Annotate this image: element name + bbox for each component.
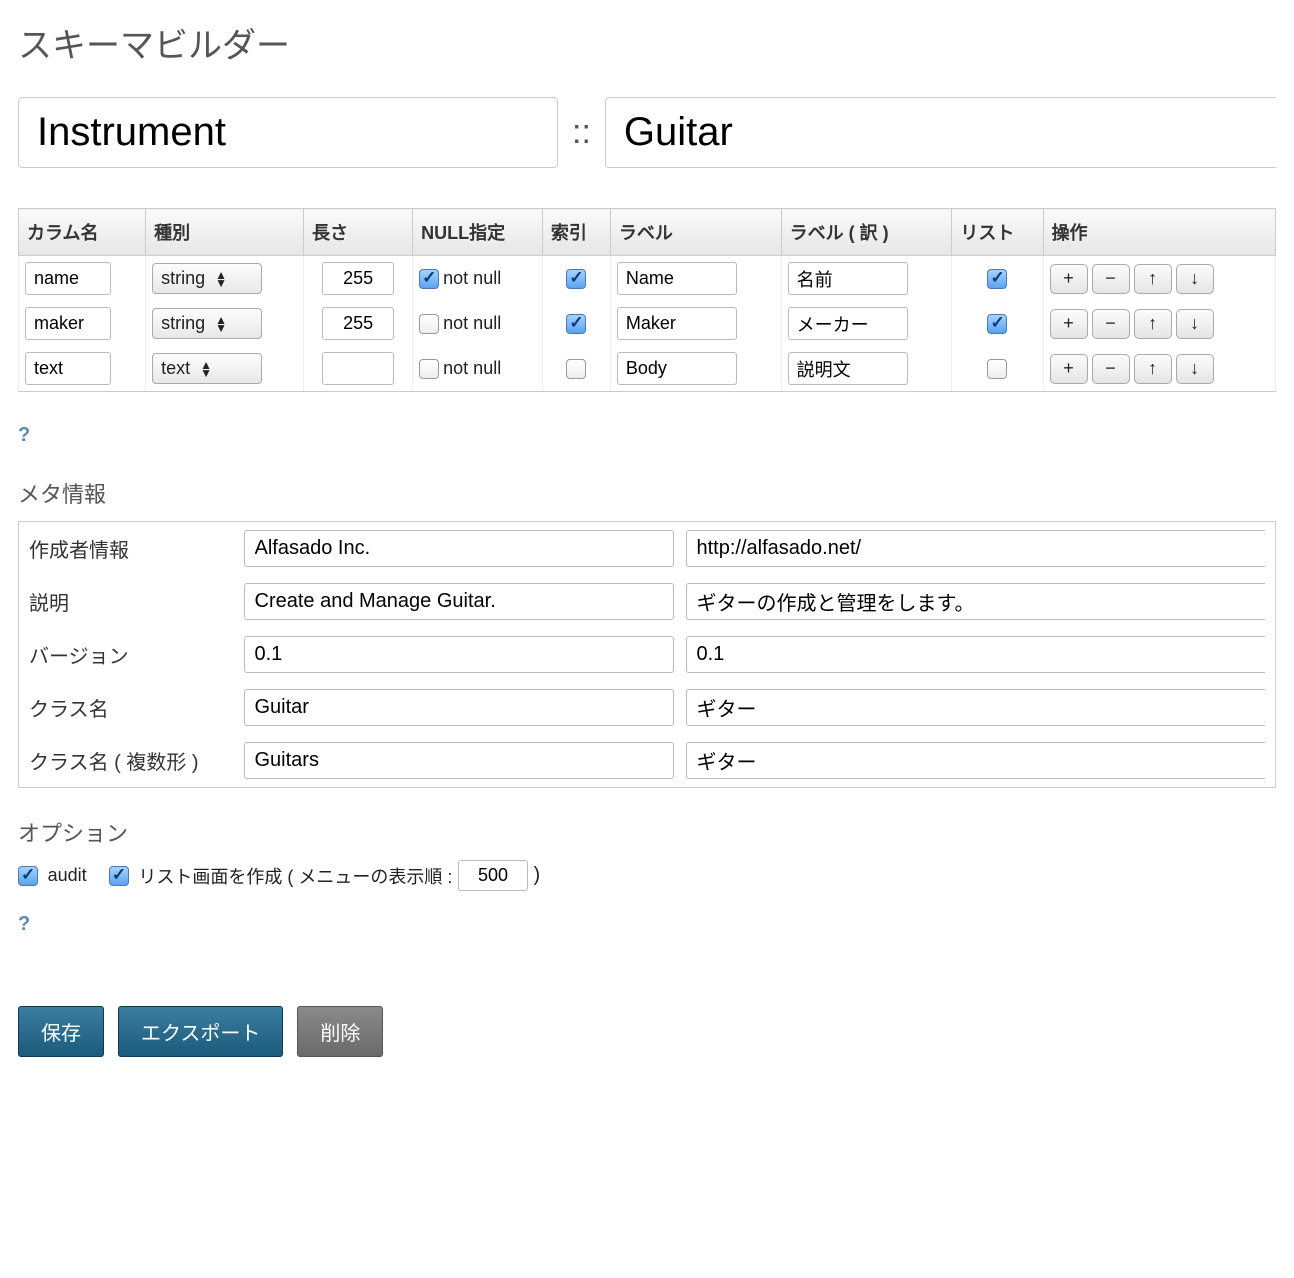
table-row: text▲▼ not null +−↑↓ xyxy=(19,346,1276,392)
label-input[interactable] xyxy=(617,352,737,385)
add-row-button[interactable]: + xyxy=(1050,264,1088,294)
remove-row-button[interactable]: − xyxy=(1092,264,1130,294)
notnull-label: not null xyxy=(443,313,501,333)
label-input[interactable] xyxy=(617,307,737,340)
type-select[interactable]: string▲▼ xyxy=(152,263,262,294)
page-title: スキーマビルダー xyxy=(18,18,1276,67)
class-input[interactable] xyxy=(605,97,1276,168)
notnull-label: not null xyxy=(443,358,501,378)
move-up-button[interactable]: ↑ xyxy=(1134,264,1172,294)
notnull-checkbox[interactable] xyxy=(419,269,439,289)
chevron-updown-icon: ▲▼ xyxy=(215,271,227,287)
meta-label: クラス名 ( 複数形 ) xyxy=(19,734,234,788)
meta-input-a[interactable] xyxy=(244,742,674,779)
meta-input-b[interactable] xyxy=(686,530,1266,567)
meta-input-b[interactable] xyxy=(686,636,1266,673)
chevron-updown-icon: ▲▼ xyxy=(200,361,212,377)
th-list: リスト xyxy=(952,209,1043,256)
notnull-checkbox[interactable] xyxy=(419,314,439,334)
length-input[interactable] xyxy=(322,307,394,340)
meta-label: バージョン xyxy=(19,628,234,681)
chevron-updown-icon: ▲▼ xyxy=(215,316,227,332)
schema-table: カラム名 種別 長さ NULL指定 索引 ラベル ラベル ( 訳 ) リスト 操… xyxy=(18,208,1276,392)
meta-row: バージョン xyxy=(19,628,1276,681)
move-down-button[interactable]: ↓ xyxy=(1176,264,1214,294)
remove-row-button[interactable]: − xyxy=(1092,354,1130,384)
meta-input-b[interactable] xyxy=(686,689,1266,726)
th-index: 索引 xyxy=(542,209,610,256)
column-name-input[interactable] xyxy=(25,307,111,340)
meta-input-a[interactable] xyxy=(244,636,674,673)
th-type: 種別 xyxy=(146,209,304,256)
notnull-checkbox[interactable] xyxy=(419,359,439,379)
meta-input-b[interactable] xyxy=(686,742,1266,779)
meta-input-a[interactable] xyxy=(244,530,674,567)
meta-label: 説明 xyxy=(19,575,234,628)
move-up-button[interactable]: ↑ xyxy=(1134,354,1172,384)
label-translated-input[interactable] xyxy=(788,307,908,340)
column-name-input[interactable] xyxy=(25,352,111,385)
options-heading: オプション xyxy=(18,816,1276,848)
list-screen-label: リスト画面を作成 ( メニューの表示順 : xyxy=(138,867,452,887)
add-row-button[interactable]: + xyxy=(1050,354,1088,384)
type-select[interactable]: text▲▼ xyxy=(152,353,262,384)
add-row-button[interactable]: + xyxy=(1050,309,1088,339)
help-icon[interactable]: ? xyxy=(18,913,30,936)
th-null: NULL指定 xyxy=(413,209,543,256)
meta-row: 作成者情報 xyxy=(19,522,1276,576)
list-checkbox[interactable] xyxy=(987,359,1007,379)
audit-checkbox[interactable] xyxy=(18,866,38,886)
column-name-input[interactable] xyxy=(25,262,111,295)
meta-row: クラス名 xyxy=(19,681,1276,734)
index-checkbox[interactable] xyxy=(566,314,586,334)
move-up-button[interactable]: ↑ xyxy=(1134,309,1172,339)
save-button[interactable]: 保存 xyxy=(18,1006,104,1057)
audit-label: audit xyxy=(48,865,87,885)
list-checkbox[interactable] xyxy=(987,269,1007,289)
index-checkbox[interactable] xyxy=(566,359,586,379)
meta-row: クラス名 ( 複数形 ) xyxy=(19,734,1276,788)
th-operations: 操作 xyxy=(1043,209,1275,256)
length-input[interactable] xyxy=(322,262,394,295)
notnull-label: not null xyxy=(443,268,501,288)
options-row: audit リスト画面を作成 ( メニューの表示順 : ) xyxy=(18,860,1276,891)
label-translated-input[interactable] xyxy=(788,352,908,385)
class-name-row: :: xyxy=(18,97,1276,168)
namespace-separator: :: xyxy=(572,113,591,152)
namespace-input[interactable] xyxy=(18,97,558,168)
move-down-button[interactable]: ↓ xyxy=(1176,354,1214,384)
th-label: ラベル xyxy=(610,209,781,256)
label-translated-input[interactable] xyxy=(788,262,908,295)
help-icon[interactable]: ? xyxy=(18,424,30,447)
meta-table: 作成者情報説明バージョンクラス名クラス名 ( 複数形 ) xyxy=(18,521,1276,788)
meta-heading: メタ情報 xyxy=(18,477,1276,509)
th-length: 長さ xyxy=(304,209,413,256)
meta-input-a[interactable] xyxy=(244,689,674,726)
meta-label: クラス名 xyxy=(19,681,234,734)
list-screen-label-close: ) xyxy=(534,864,541,886)
menu-order-input[interactable] xyxy=(458,860,528,891)
list-screen-checkbox[interactable] xyxy=(109,866,129,886)
move-down-button[interactable]: ↓ xyxy=(1176,309,1214,339)
action-buttons: 保存 エクスポート 削除 xyxy=(18,1006,1276,1057)
table-row: string▲▼ not null +−↑↓ xyxy=(19,256,1276,302)
label-input[interactable] xyxy=(617,262,737,295)
table-row: string▲▼ not null +−↑↓ xyxy=(19,301,1276,346)
list-checkbox[interactable] xyxy=(987,314,1007,334)
length-input[interactable] xyxy=(322,352,394,385)
meta-input-a[interactable] xyxy=(244,583,674,620)
export-button[interactable]: エクスポート xyxy=(118,1006,283,1057)
type-select[interactable]: string▲▼ xyxy=(152,308,262,339)
delete-button[interactable]: 削除 xyxy=(297,1006,383,1057)
th-label-translated: ラベル ( 訳 ) xyxy=(781,209,952,256)
meta-input-b[interactable] xyxy=(686,583,1266,620)
meta-label: 作成者情報 xyxy=(19,522,234,576)
remove-row-button[interactable]: − xyxy=(1092,309,1130,339)
index-checkbox[interactable] xyxy=(566,269,586,289)
th-column-name: カラム名 xyxy=(19,209,146,256)
meta-row: 説明 xyxy=(19,575,1276,628)
